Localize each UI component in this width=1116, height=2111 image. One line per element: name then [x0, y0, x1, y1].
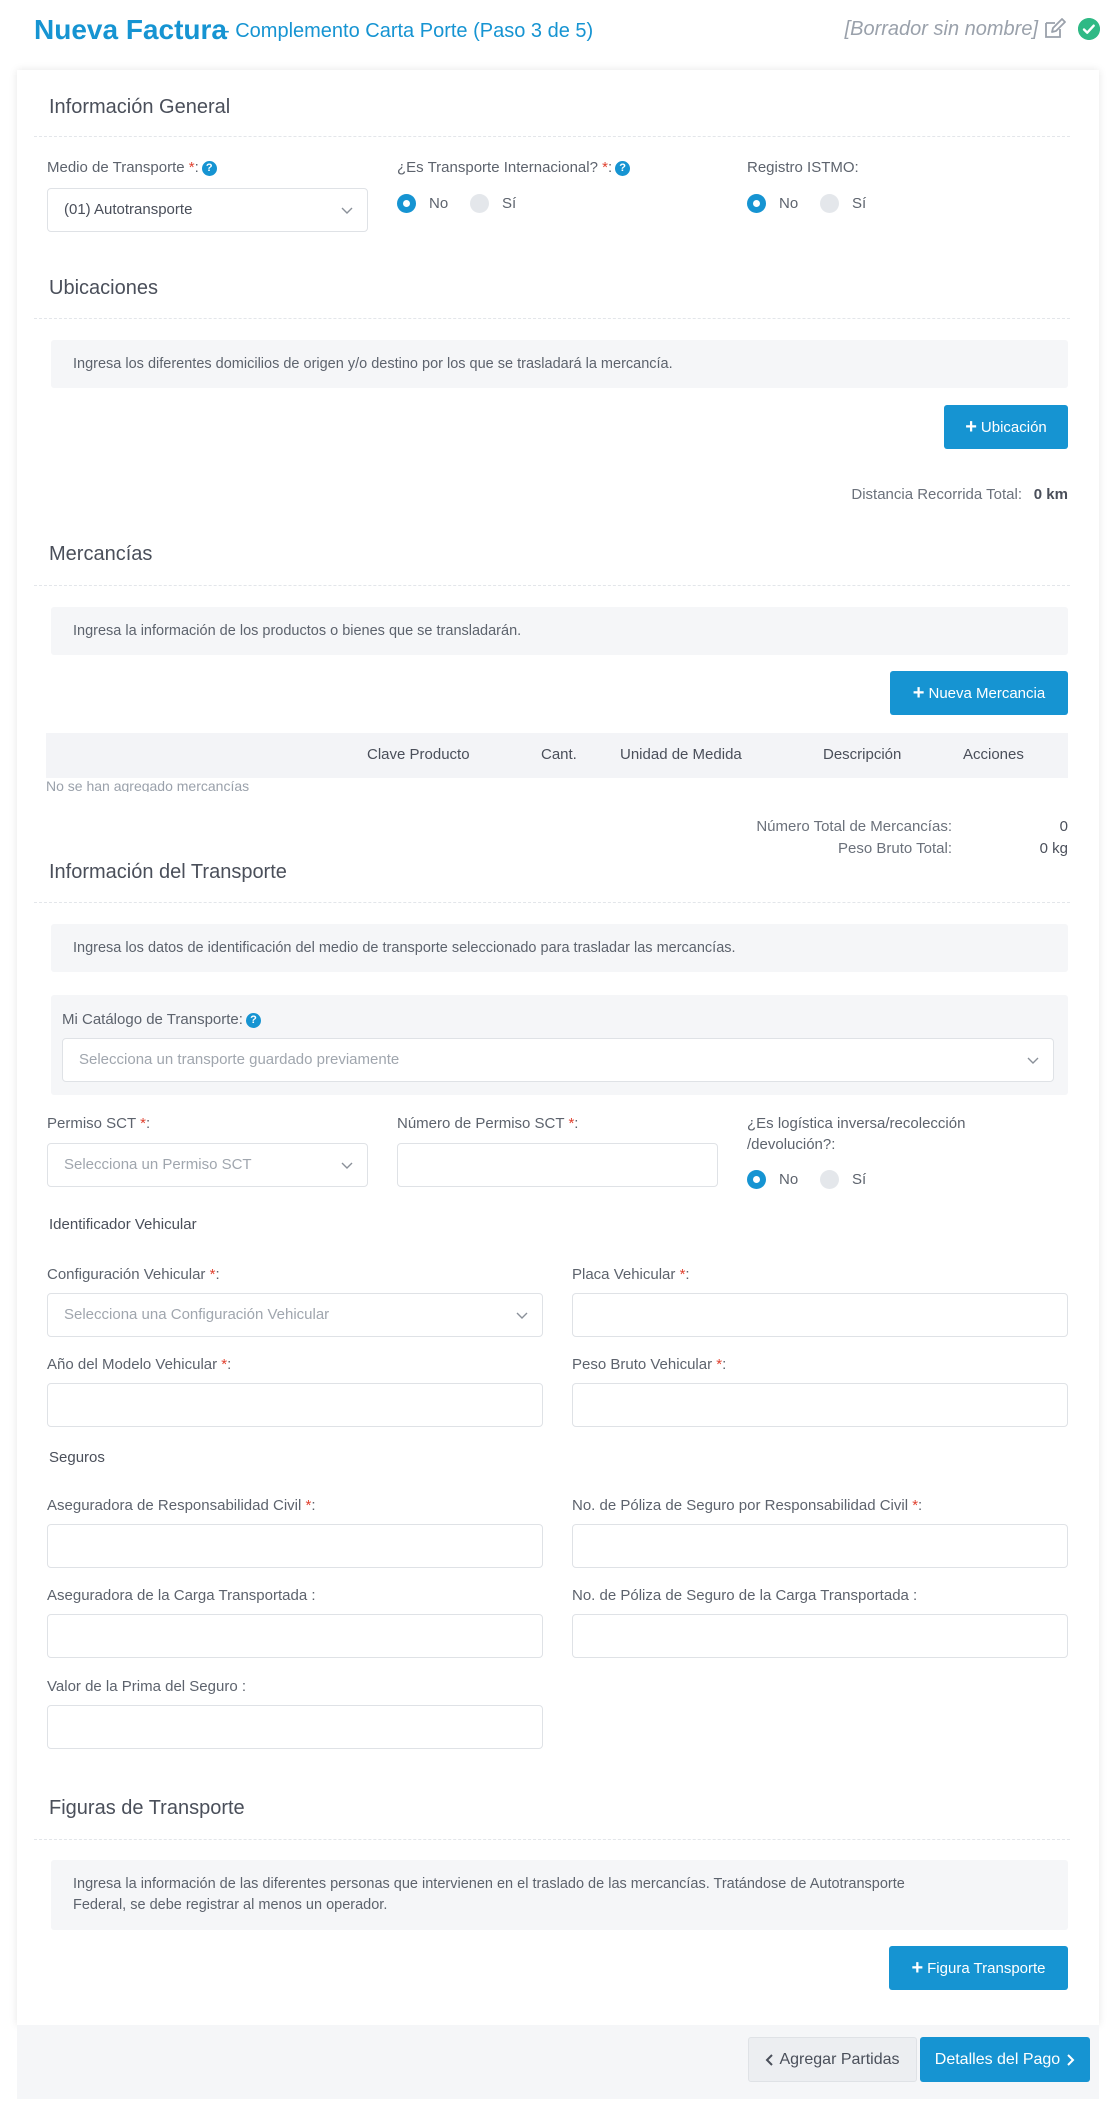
draft-name[interactable]: [Borrador sin nombre]: [845, 18, 1038, 41]
catalogo-label: Mi Catálogo de Transporte:?: [62, 1011, 261, 1028]
plus-icon: +: [965, 416, 977, 438]
divider: [34, 318, 1070, 319]
divider: [34, 902, 1070, 903]
add-figura-button[interactable]: + Figura Transporte: [889, 1946, 1068, 1990]
distance-label: Distancia Recorrida Total:: [851, 486, 1022, 503]
logistica-si-radio[interactable]: Sí: [820, 1170, 866, 1189]
placa-vehicular-input[interactable]: [572, 1293, 1068, 1337]
medio-transporte-select[interactable]: (01) Autotransporte: [47, 188, 368, 232]
col-descripcion: Descripción: [823, 746, 902, 763]
istmo-label: Registro ISTMO:: [747, 159, 859, 176]
back-button[interactable]: Agregar Partidas: [748, 2037, 917, 2082]
istmo-si-radio[interactable]: Sí: [820, 194, 866, 213]
anio-modelo-input[interactable]: [47, 1383, 543, 1427]
col-acciones: Acciones: [963, 746, 1024, 763]
internacional-no-radio[interactable]: No: [397, 194, 448, 213]
chevron-down-icon: [516, 1312, 528, 1319]
total-mercancias-label: Número Total de Mercancías:: [756, 818, 952, 835]
col-cantidad: Cant.: [541, 746, 577, 763]
prima-seguro-label: Valor de la Prima del Seguro :: [47, 1678, 246, 1695]
logistica-label-1: ¿Es logística inversa/recolección: [747, 1115, 966, 1132]
page-title: Nueva Factura: [34, 14, 227, 45]
istmo-no-radio[interactable]: No: [747, 194, 798, 213]
internacional-label: ¿Es Transporte Internacional? *:?: [397, 159, 631, 176]
poliza-civil-input[interactable]: [572, 1524, 1068, 1568]
chevron-down-icon: [1027, 1057, 1039, 1064]
chevron-down-icon: [341, 207, 353, 214]
add-mercancia-button[interactable]: + Nueva Mercancia: [890, 671, 1068, 715]
empty-table-message: No se han agregado mercancías: [46, 781, 250, 792]
edit-icon[interactable]: [1042, 17, 1066, 41]
aseguradora-carga-label: Aseguradora de la Carga Transportada :: [47, 1587, 316, 1604]
placa-vehicular-label: Placa Vehicular *:: [572, 1266, 690, 1283]
peso-total-value: 0 kg: [1039, 840, 1068, 857]
divider: [34, 1839, 1070, 1840]
poliza-carga-label: No. de Póliza de Seguro de la Carga Tran…: [572, 1587, 918, 1604]
help-icon[interactable]: ?: [201, 161, 217, 176]
permiso-sct-label: Permiso SCT *:: [47, 1115, 151, 1132]
config-vehicular-label: Configuración Vehicular *:: [47, 1266, 220, 1283]
seguros-title: Seguros: [49, 1449, 105, 1466]
medio-transporte-label: Medio de Transporte *:?: [47, 159, 217, 176]
peso-vehicular-input[interactable]: [572, 1383, 1068, 1427]
check-circle-icon: [1078, 18, 1100, 40]
aseguradora-carga-input[interactable]: [47, 1614, 543, 1658]
permiso-sct-select[interactable]: Selecciona un Permiso SCT: [47, 1143, 368, 1187]
add-ubicacion-button[interactable]: + Ubicación: [944, 405, 1068, 449]
catalogo-select[interactable]: Selecciona un transporte guardado previa…: [62, 1038, 1054, 1082]
aseguradora-civil-label: Aseguradora de Responsabilidad Civil *:: [47, 1497, 316, 1514]
peso-vehicular-label: Peso Bruto Vehicular *:: [572, 1356, 727, 1373]
ubicaciones-info: Ingresa los diferentes domicilios de ori…: [51, 340, 1068, 388]
anio-modelo-label: Año del Modelo Vehicular *:: [47, 1356, 232, 1373]
chevron-down-icon: [341, 1162, 353, 1169]
divider: [34, 136, 1070, 137]
section-title-transporte: Información del Transporte: [49, 861, 287, 883]
help-icon[interactable]: ?: [615, 161, 631, 176]
aseguradora-civil-input[interactable]: [47, 1524, 543, 1568]
chevron-left-icon: [766, 2053, 774, 2066]
chevron-right-icon: [1067, 2053, 1075, 2066]
page-subtitle: - Complemento Carta Porte (Paso 3 de 5): [223, 20, 594, 42]
numero-permiso-label: Número de Permiso SCT *:: [397, 1115, 579, 1132]
col-clave-producto: Clave Producto: [367, 746, 470, 763]
prima-seguro-input[interactable]: [47, 1705, 543, 1749]
next-button[interactable]: Detalles del Pago: [920, 2037, 1090, 2082]
help-icon[interactable]: ?: [245, 1013, 261, 1028]
internacional-si-radio[interactable]: Sí: [470, 194, 516, 213]
figuras-info: Ingresa la información de las diferentes…: [51, 1860, 1068, 1930]
numero-permiso-input[interactable]: [397, 1143, 718, 1187]
section-title-mercancias: Mercancías: [49, 543, 153, 565]
total-mercancias-value: 0: [1059, 818, 1068, 835]
plus-icon: +: [912, 682, 925, 704]
page-header: Nueva Factura - Complemento Carta Porte …: [0, 0, 1116, 62]
mercancias-table-header: Clave Producto Cant. Unidad de Medida De…: [46, 733, 1068, 778]
transporte-info: Ingresa los datos de identificación del …: [51, 924, 1068, 972]
section-title-figuras: Figuras de Transporte: [49, 1797, 245, 1819]
peso-total-label: Peso Bruto Total:: [838, 840, 952, 857]
col-unidad-medida: Unidad de Medida: [620, 746, 742, 763]
logistica-label-2: /devolución?:: [747, 1136, 836, 1153]
divider: [34, 585, 1070, 586]
poliza-carga-input[interactable]: [572, 1614, 1068, 1658]
mercancias-info: Ingresa la información de los productos …: [51, 607, 1068, 655]
plus-icon: +: [911, 1957, 924, 1979]
distance-value: 0 km: [1033, 486, 1068, 503]
section-title-general: Información General: [49, 96, 231, 118]
identificador-vehicular-title: Identificador Vehicular: [49, 1216, 197, 1233]
poliza-civil-label: No. de Póliza de Seguro por Responsabili…: [572, 1497, 923, 1514]
logistica-no-radio[interactable]: No: [747, 1170, 798, 1189]
section-title-ubicaciones: Ubicaciones: [49, 277, 158, 299]
config-vehicular-select[interactable]: Selecciona una Configuración Vehicular: [47, 1293, 543, 1337]
